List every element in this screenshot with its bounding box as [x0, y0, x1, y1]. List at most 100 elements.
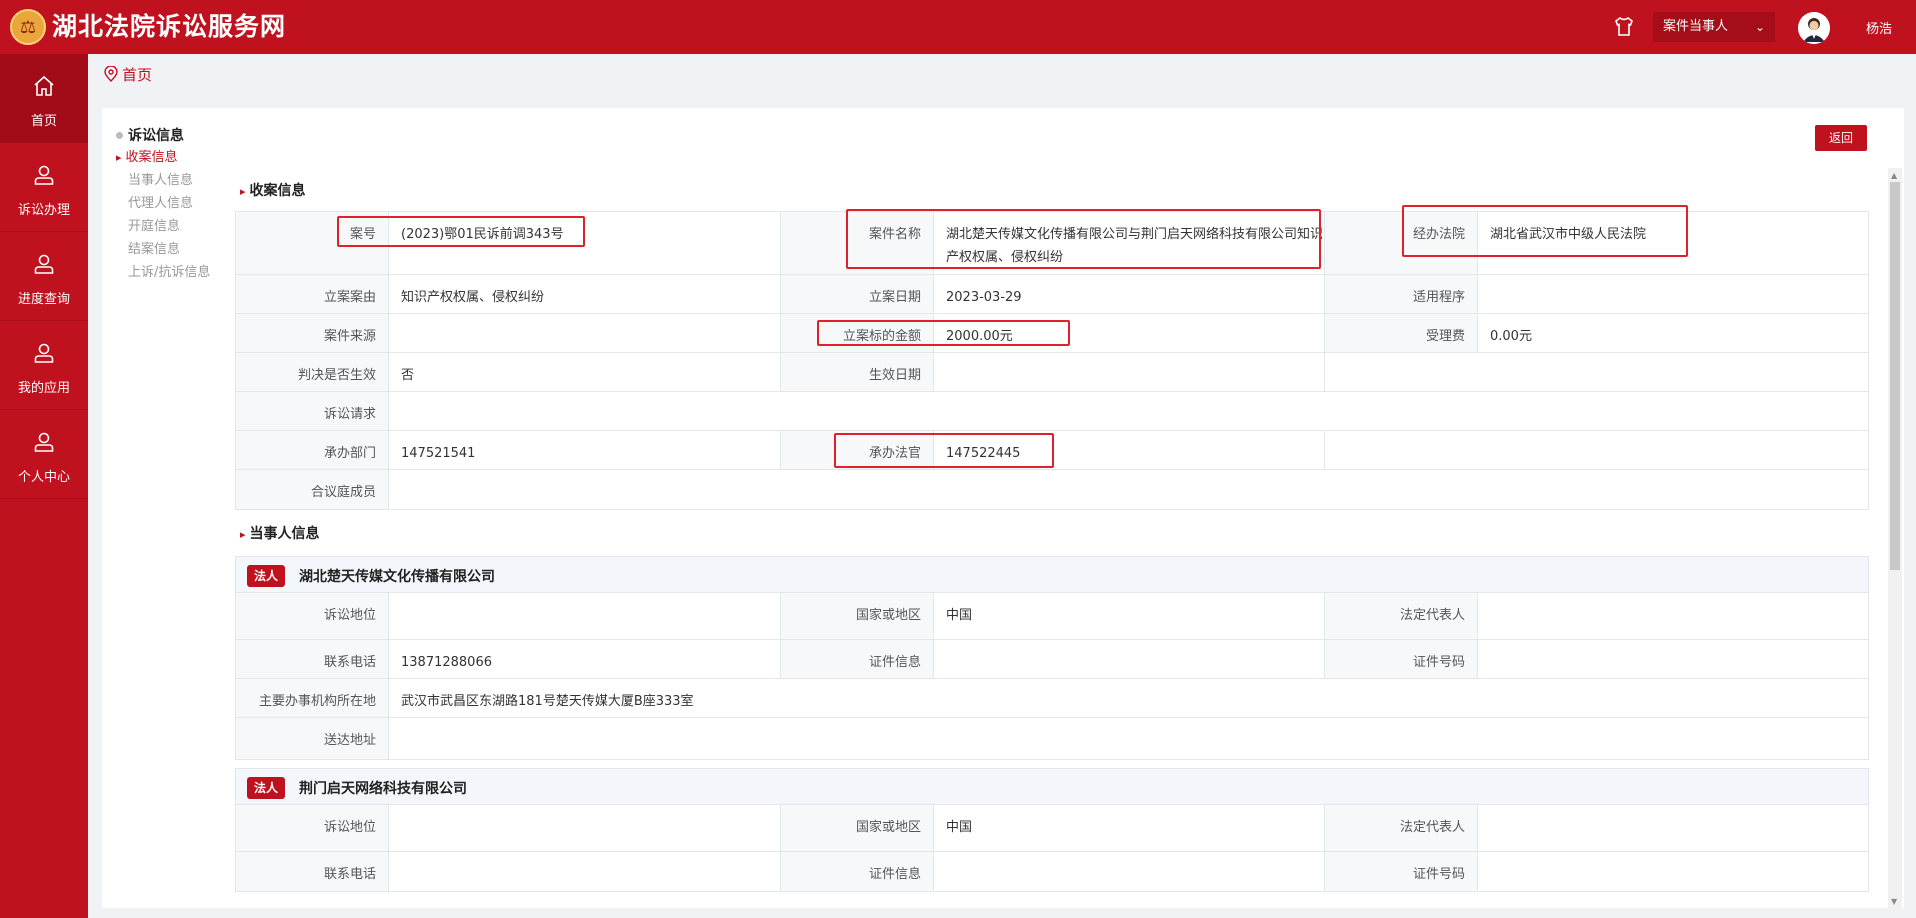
field-label: 适用程序: [1325, 275, 1478, 313]
field-label: 证件信息: [781, 640, 934, 678]
user-icon: [34, 165, 54, 185]
highlight-box: [834, 433, 1054, 468]
field-label: 联系电话: [236, 852, 389, 891]
highlight-box: [817, 320, 1070, 346]
scrollbar[interactable]: ▲ ▼: [1888, 168, 1902, 908]
scroll-down-arrow-icon[interactable]: ▼: [1891, 897, 1897, 906]
user-name[interactable]: 杨浩: [1866, 18, 1892, 37]
field-value: 武汉市武昌区东湖路181号楚天传媒大厦B座333室: [401, 694, 694, 709]
field-value: 中国: [934, 593, 1325, 639]
user-icon: [34, 343, 54, 363]
sidebar-item-litigation[interactable]: 诉讼办理: [0, 143, 88, 232]
field-label: 证件信息: [781, 852, 934, 891]
field-value: 知识产权权属、侵权纠纷: [389, 275, 781, 313]
table-row: 合议庭成员: [236, 470, 1868, 509]
sidebar-item-progress[interactable]: 进度查询: [0, 232, 88, 321]
field-label: 生效日期: [781, 353, 934, 391]
table-row: 诉讼地位 国家或地区 中国 法定代表人: [236, 593, 1868, 640]
field-value: [1325, 353, 1868, 391]
avatar[interactable]: [1798, 12, 1830, 44]
field-value: [1478, 275, 1868, 313]
party-header: 法人 湖北楚天传媒文化传播有限公司: [236, 557, 1868, 593]
nav-item-appeal[interactable]: 上诉/抗诉信息: [116, 261, 226, 284]
highlight-box: [846, 209, 1321, 269]
table-row: 诉讼请求: [236, 392, 1868, 431]
sidebar-item-label: 进度查询: [17, 292, 70, 307]
field-value: [389, 593, 781, 639]
return-button[interactable]: 返回: [1815, 125, 1867, 151]
field-value: [934, 353, 1325, 391]
section-title-case-info: 收案信息: [240, 180, 306, 200]
field-label: 证件号码: [1325, 640, 1478, 678]
litigation-nav: 诉讼信息 收案信息 当事人信息 代理人信息 开庭信息 结案信息 上诉/抗诉信息: [116, 126, 226, 284]
field-value: 147521541: [389, 431, 781, 469]
field-value: [389, 805, 781, 851]
field-label: 法定代表人: [1325, 593, 1478, 639]
field-label: 诉讼地位: [236, 805, 389, 851]
top-bar: ⚖ 湖北法院诉讼服务网 案件当事人 ⌄ 杨浩: [0, 0, 1916, 54]
section-title-party-info: 当事人信息: [240, 523, 320, 543]
nav-head: 诉讼信息: [116, 126, 226, 146]
field-label: 诉讼请求: [236, 392, 389, 430]
party-name: 湖北楚天传媒文化传播有限公司: [299, 569, 495, 585]
field-value: 否: [389, 353, 781, 391]
location-pin-icon: [104, 65, 118, 82]
field-value: [934, 852, 1325, 891]
field-value: [934, 640, 1325, 678]
entity-type-badge: 法人: [247, 777, 285, 799]
user-icon: [34, 254, 54, 274]
party-card: 法人 荆门启天网络科技有限公司 诉讼地位 国家或地区 中国 法定代表人 联系电话…: [235, 768, 1869, 892]
user-icon: [34, 432, 54, 452]
field-label: 承办部门: [236, 431, 389, 469]
sidebar-item-personal[interactable]: 个人中心: [0, 410, 88, 499]
shirt-icon[interactable]: [1612, 15, 1636, 39]
field-label: 送达地址: [236, 718, 389, 759]
party-header: 法人 荆门启天网络科技有限公司: [236, 769, 1868, 805]
field-value: [389, 718, 1868, 759]
field-value: [1478, 805, 1868, 851]
party-card: 法人 湖北楚天传媒文化传播有限公司 诉讼地位 国家或地区 中国 法定代表人 联系…: [235, 556, 1869, 760]
table-row: 送达地址: [236, 718, 1868, 759]
field-value: 2023-03-29: [934, 275, 1325, 313]
highlight-box: [1402, 205, 1688, 257]
field-value: [389, 392, 1868, 430]
field-value: 0.00元: [1490, 329, 1532, 344]
field-value: [1478, 852, 1868, 891]
table-row: 主要办事机构所在地 武汉市武昌区东湖路181号楚天传媒大厦B座333室: [236, 679, 1868, 718]
entity-type-badge: 法人: [247, 565, 285, 587]
nav-item-parties[interactable]: 当事人信息: [116, 169, 226, 192]
table-row: 联系电话 13871288066 证件信息 证件号码: [236, 640, 1868, 679]
field-value: 13871288066: [389, 640, 781, 678]
field-label: 诉讼地位: [236, 593, 389, 639]
sidebar: 首页 诉讼办理 进度查询 我的应用 个人中心: [0, 54, 88, 918]
field-label: 立案日期: [781, 275, 934, 313]
home-icon: [34, 75, 54, 96]
sidebar-item-label: 我的应用: [17, 381, 70, 396]
role-select-value: 案件当事人: [1663, 19, 1729, 34]
field-label: 立案案由: [236, 275, 389, 313]
party-name: 荆门启天网络科技有限公司: [299, 781, 467, 797]
field-value: [1478, 593, 1868, 639]
nav-item-agents[interactable]: 代理人信息: [116, 192, 226, 215]
scroll-thumb[interactable]: [1890, 182, 1900, 570]
role-select[interactable]: 案件当事人 ⌄: [1653, 12, 1775, 42]
breadcrumb-home[interactable]: 首页: [122, 66, 152, 84]
table-row: 判决是否生效 否 生效日期: [236, 353, 1868, 392]
nav-item-closing[interactable]: 结案信息: [116, 238, 226, 261]
sidebar-item-label: 诉讼办理: [17, 203, 70, 218]
nav-item-case-intake[interactable]: 收案信息: [116, 146, 226, 169]
chevron-down-icon: ⌄: [1754, 20, 1765, 34]
sidebar-item-label: 首页: [30, 114, 57, 129]
scroll-up-arrow-icon[interactable]: ▲: [1891, 171, 1897, 180]
field-value: [389, 852, 781, 891]
sidebar-item-home[interactable]: 首页: [0, 54, 88, 143]
sidebar-item-my-apps[interactable]: 我的应用: [0, 321, 88, 410]
field-label: 受理费: [1325, 314, 1478, 352]
nav-item-hearings[interactable]: 开庭信息: [116, 215, 226, 238]
table-row: 联系电话 证件信息 证件号码: [236, 852, 1868, 891]
table-row: 诉讼地位 国家或地区 中国 法定代表人: [236, 805, 1868, 852]
field-label: 主要办事机构所在地: [236, 679, 389, 717]
breadcrumb[interactable]: 首页: [104, 64, 152, 86]
highlight-box: [337, 216, 585, 247]
field-label: 判决是否生效: [236, 353, 389, 391]
